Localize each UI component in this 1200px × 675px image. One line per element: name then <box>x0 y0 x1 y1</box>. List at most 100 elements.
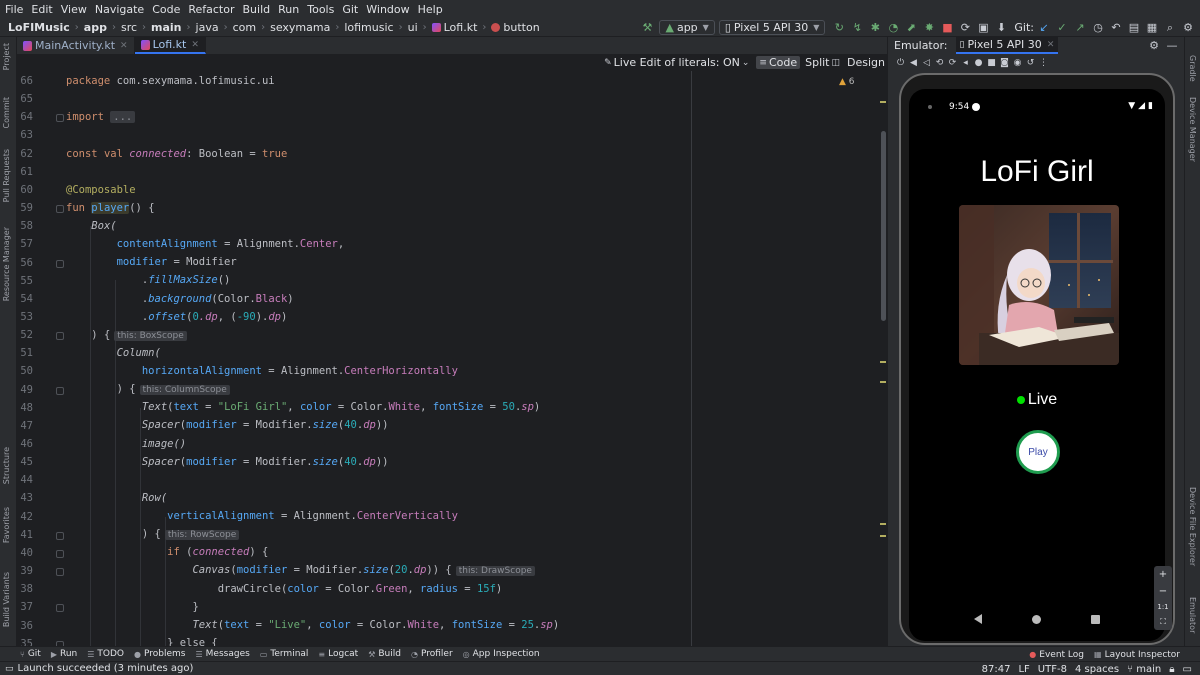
close-icon[interactable]: ✕ <box>191 40 199 50</box>
menu-help[interactable]: Help <box>418 3 443 16</box>
tool-tab-device-file-explorer[interactable]: Device File Explorer <box>1188 487 1197 566</box>
tab-main-activity[interactable]: MainActivity.kt ✕ <box>17 37 135 54</box>
more-icon[interactable]: ⋮ <box>1038 55 1049 71</box>
error-stripe-marker[interactable] <box>880 535 886 537</box>
caret-position[interactable]: 87:47 <box>982 664 1011 675</box>
breadcrumb-lofimusic[interactable]: lofimusic <box>344 21 393 34</box>
tool-tab-gradle[interactable]: Gradle <box>1188 55 1197 82</box>
run-configuration-select[interactable]: ▲ app ▼ <box>659 20 715 35</box>
fold-toggle-icon[interactable] <box>56 568 64 577</box>
screenshot-icon[interactable]: ◙ <box>999 55 1010 71</box>
menu-refactor[interactable]: Refactor <box>188 3 234 16</box>
breadcrumb-project[interactable]: LoFIMusic <box>8 21 70 34</box>
menu-tools[interactable]: Tools <box>307 3 334 16</box>
tool-tab-resource-manager[interactable]: Resource Manager <box>2 227 11 301</box>
tool-tab-emulator[interactable]: Emulator <box>1188 597 1197 633</box>
memory-indicator-icon[interactable]: ▭ <box>1183 664 1192 675</box>
tool-window-logcat[interactable]: ≡ Logcat <box>318 649 358 659</box>
rotate-right-icon[interactable]: ⟳ <box>947 55 958 71</box>
tool-tab-project[interactable]: Project <box>2 43 11 70</box>
tool-window-messages[interactable]: ☰ Messages <box>196 649 250 659</box>
fold-toggle-icon[interactable] <box>56 531 64 540</box>
lock-icon[interactable]: 🔒︎ <box>1169 664 1174 675</box>
menu-view[interactable]: View <box>61 3 87 16</box>
tool-window-git[interactable]: ⑂ Git <box>20 649 41 659</box>
power-icon[interactable]: ⏻ <box>895 55 906 71</box>
tool-window-event-log[interactable]: ● Event Log <box>1029 650 1084 660</box>
minimize-icon[interactable]: — <box>1164 38 1180 54</box>
tool-window-build[interactable]: ⚒ Build <box>368 649 401 659</box>
volume-down-icon[interactable]: ◁ <box>921 55 932 71</box>
git-update-icon[interactable]: ↙ <box>1036 20 1052 36</box>
rotate-left-icon[interactable]: ⟲ <box>934 55 945 71</box>
breadcrumb-sexymama[interactable]: sexymama <box>270 21 330 34</box>
nav-home-icon[interactable] <box>1032 614 1041 624</box>
tool-tab-build-variants[interactable]: Build Variants <box>2 572 11 627</box>
error-stripe-marker[interactable] <box>880 523 886 525</box>
nav-back-icon[interactable] <box>974 614 982 624</box>
editor-scrollbar[interactable] <box>881 131 886 321</box>
file-encoding[interactable]: UTF-8 <box>1038 664 1067 675</box>
device-screen[interactable]: 9:54 ▼ ◢ ▮ LoFi Girl Live Play <box>909 89 1165 641</box>
rerun-icon[interactable]: ↻ <box>831 20 847 36</box>
nav-recents-icon[interactable] <box>1091 614 1100 624</box>
menu-navigate[interactable]: Navigate <box>95 3 144 16</box>
code-editor[interactable]: 66 65 64 63 62 61 60 59 58 57 56 55 54 53 52 51 50 49 48 47… <box>17 71 887 646</box>
tool-tab-commit[interactable]: Commit <box>2 97 11 128</box>
breadcrumb-src[interactable]: src <box>121 21 137 34</box>
fit-screen-icon[interactable]: ⛶ <box>1160 617 1166 627</box>
menu-edit[interactable]: Edit <box>31 3 52 16</box>
play-button[interactable]: Play <box>1016 430 1060 474</box>
attach-debugger-icon[interactable]: ⬈ <box>903 20 919 36</box>
menu-code[interactable]: Code <box>152 3 180 16</box>
debug-bug-icon[interactable]: ✸ <box>921 20 937 36</box>
profile-icon[interactable]: ◔ <box>885 20 901 36</box>
tool-tab-favorites[interactable]: Favorites <box>2 507 11 543</box>
snapshot-icon[interactable]: ◉ <box>1012 55 1023 71</box>
tool-window-run[interactable]: ▶ Run <box>51 649 77 659</box>
device-select[interactable]: ▯ Pixel 5 API 30 ▼ <box>718 20 826 35</box>
breadcrumb-file[interactable]: Lofi.kt <box>431 21 477 34</box>
debug-icon[interactable]: ✱ <box>867 20 883 36</box>
tool-window-app-inspection[interactable]: ◎ App Inspection <box>463 649 540 659</box>
breadcrumb-main[interactable]: main <box>151 21 182 34</box>
overview-icon[interactable]: ■ <box>986 55 997 71</box>
tool-window-problems[interactable]: ● Problems <box>134 649 185 659</box>
breadcrumb-function[interactable]: button <box>491 21 540 34</box>
menu-build[interactable]: Build <box>243 3 271 16</box>
menu-run[interactable]: Run <box>278 3 299 16</box>
stop-icon[interactable]: ■ <box>939 20 955 36</box>
settings-icon[interactable]: ⚙ <box>1180 20 1196 36</box>
close-icon[interactable]: ✕ <box>1047 40 1055 50</box>
fold-toggle-icon[interactable] <box>56 259 64 268</box>
history-icon[interactable]: ◷ <box>1090 20 1106 36</box>
tool-window-todo[interactable]: ☰ TODO <box>87 649 124 659</box>
folded-region[interactable]: ... <box>110 111 136 123</box>
breadcrumb-ui[interactable]: ui <box>408 21 418 34</box>
split-view-button[interactable]: Split ◫ <box>805 56 842 69</box>
design-view-button[interactable]: Design <box>847 56 885 69</box>
emulator-device-tab[interactable]: ▯ Pixel 5 API 30 ✕ <box>955 37 1059 54</box>
indent-setting[interactable]: 4 spaces <box>1075 664 1119 675</box>
git-commit-icon[interactable]: ✓ <box>1054 20 1070 36</box>
tool-tab-structure[interactable]: Structure <box>2 447 11 484</box>
sync-icon[interactable]: ⟳ <box>957 20 973 36</box>
reset-icon[interactable]: ↺ <box>1025 55 1036 71</box>
breadcrumb-java[interactable]: java <box>196 21 219 34</box>
error-stripe-marker[interactable] <box>880 361 886 363</box>
tool-tab-device-manager[interactable]: Device Manager <box>1188 97 1197 162</box>
fold-toggle-icon[interactable] <box>56 386 64 395</box>
close-icon[interactable]: ✕ <box>120 41 128 51</box>
fold-toggle-icon[interactable] <box>56 549 64 558</box>
tool-window-layout-inspector[interactable]: ▦ Layout Inspector <box>1094 650 1180 660</box>
avd-manager-icon[interactable]: ▣ <box>975 20 991 36</box>
live-edit-toggle[interactable]: ✎ Live Edit of literals: ON ⌄ <box>604 56 751 69</box>
zoom-reset-button[interactable]: 1:1 <box>1157 603 1168 611</box>
zoom-in-button[interactable]: + <box>1159 569 1167 580</box>
layout-icon[interactable]: ▦ <box>1144 20 1160 36</box>
warnings-indicator[interactable]: ▲ 6 <box>839 77 855 87</box>
git-push-icon[interactable]: ↗ <box>1072 20 1088 36</box>
menu-git[interactable]: Git <box>342 3 358 16</box>
breadcrumb-app[interactable]: app <box>84 21 107 34</box>
tool-window-profiler[interactable]: ◔ Profiler <box>411 649 453 659</box>
